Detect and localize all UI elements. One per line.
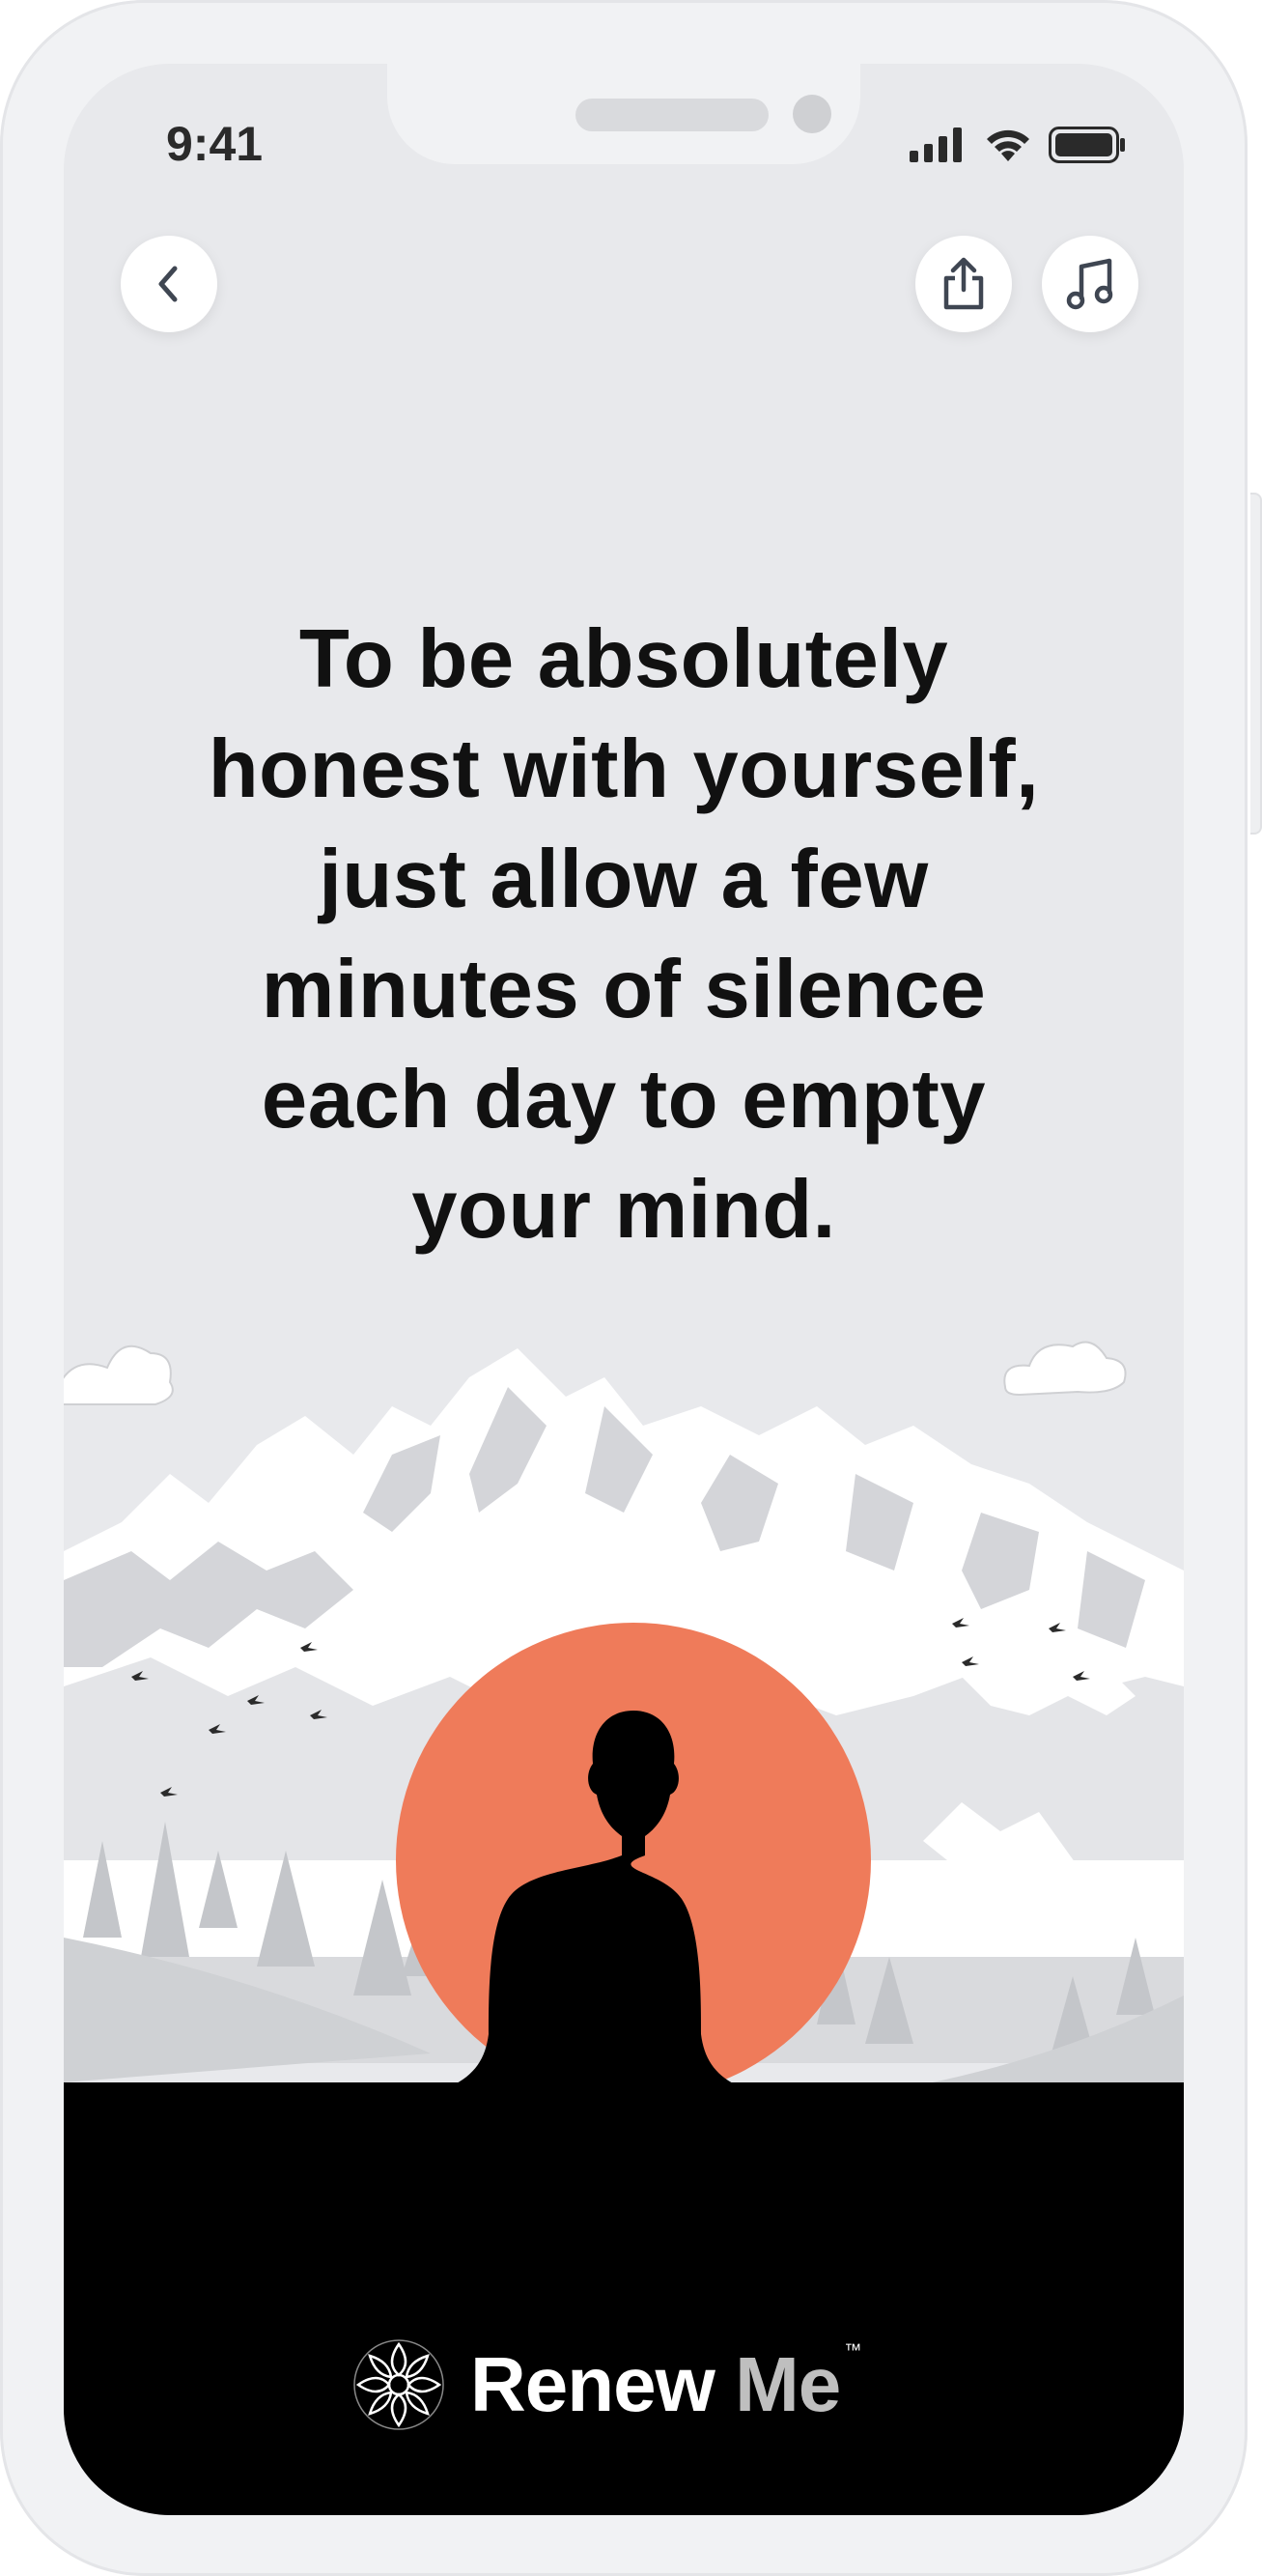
speaker bbox=[575, 99, 769, 131]
quote-line: To be absolutely bbox=[298, 613, 949, 705]
cloud-right bbox=[1003, 1341, 1127, 1397]
app-screen: 9:41 To be absolutely honest with yourse… bbox=[64, 64, 1184, 2515]
notch bbox=[387, 64, 860, 164]
cloud-left bbox=[64, 1345, 174, 1405]
status-icons bbox=[910, 126, 1126, 164]
wifi-icon bbox=[987, 129, 1029, 161]
quote-line: honest with yourself, bbox=[208, 723, 1040, 815]
front-camera bbox=[793, 95, 831, 133]
chevron-left-icon bbox=[158, 266, 178, 302]
quote-line: just allow a few bbox=[319, 834, 929, 925]
phone-side-button bbox=[1250, 493, 1262, 835]
lotus-mandala-icon bbox=[353, 2339, 444, 2430]
quote-text: To be absolutely honest with yourself, j… bbox=[141, 605, 1107, 1265]
brand-name-renew: Renew bbox=[470, 2341, 715, 2427]
ground bbox=[64, 2082, 1184, 2515]
status-time: 9:41 bbox=[166, 117, 264, 171]
brand-name: Renew Me bbox=[470, 2340, 841, 2429]
back-button[interactable] bbox=[121, 236, 217, 332]
quote-line: each day to empty bbox=[261, 1054, 987, 1146]
quote-line: your mind. bbox=[411, 1164, 836, 1256]
share-icon bbox=[943, 257, 984, 310]
share-button[interactable] bbox=[915, 236, 1012, 332]
trademark-symbol: ™ bbox=[844, 2340, 862, 2360]
signal-icon bbox=[910, 127, 962, 162]
music-button[interactable] bbox=[1042, 236, 1138, 332]
music-note-icon bbox=[1066, 258, 1113, 310]
brand-logo: Renew Me ™ bbox=[349, 2327, 861, 2443]
battery-icon bbox=[1049, 127, 1125, 163]
brand-name-me: Me bbox=[735, 2341, 841, 2427]
quote-line: minutes of silence bbox=[261, 944, 987, 1035]
